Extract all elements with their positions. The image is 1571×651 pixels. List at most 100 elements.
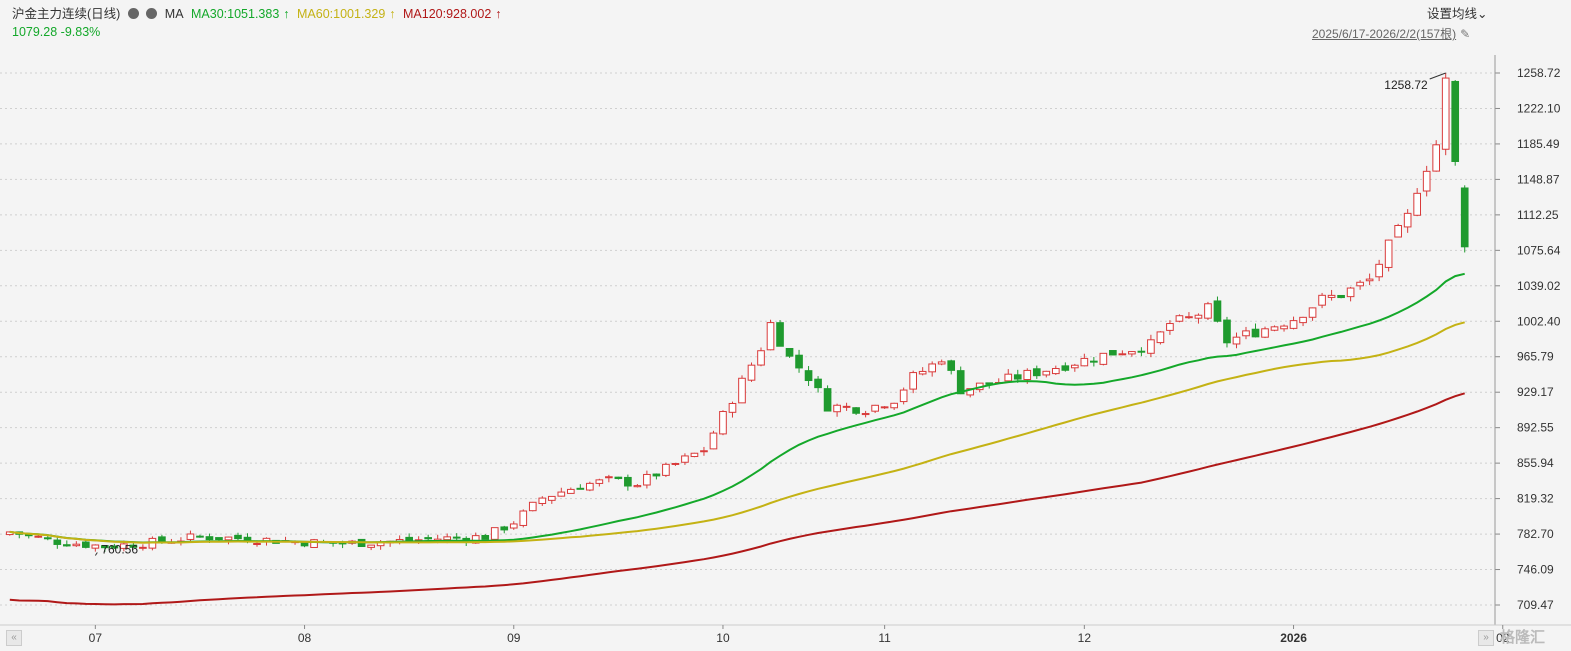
candlestick-chart[interactable]: 1258.72 1222.10 1185.49 1148.87 1112.25 1075.… — [0, 0, 1571, 651]
candle-body — [1061, 365, 1070, 371]
y-tick-label: 819.32 — [1517, 492, 1554, 506]
candle-body — [890, 402, 898, 409]
candle-body — [557, 491, 566, 497]
candle-body — [62, 544, 71, 547]
candle-body — [1413, 192, 1421, 216]
candle-body — [861, 413, 870, 416]
candle-body — [1327, 294, 1336, 298]
y-tick-label: 892.55 — [1517, 421, 1554, 435]
candle-body — [367, 544, 375, 548]
candle-body — [1080, 357, 1089, 367]
candle-body — [1223, 319, 1231, 344]
y-tick-label: 746.09 — [1517, 563, 1554, 577]
candle-body — [1432, 144, 1441, 172]
candle-body — [253, 543, 261, 546]
candle-body — [1251, 328, 1260, 338]
y-tick-label: 1185.49 — [1517, 137, 1560, 151]
candle-body — [1213, 300, 1222, 322]
candle-body — [1109, 350, 1117, 356]
x-tick-label: 12 — [1078, 631, 1092, 645]
candle-body — [82, 541, 90, 548]
candle-body — [1261, 328, 1269, 338]
candle-body — [956, 370, 965, 395]
candle-body — [452, 536, 461, 539]
candle-body — [1147, 339, 1155, 354]
candle-body — [1137, 350, 1146, 353]
candle-body — [823, 388, 832, 412]
x-tick-label: 2026 — [1280, 631, 1307, 645]
y-tick-label: 1002.40 — [1517, 314, 1561, 328]
candle-body — [1128, 351, 1136, 355]
candle-body — [158, 536, 166, 543]
candle-body — [719, 411, 727, 435]
candle-body — [605, 476, 613, 479]
candle-body — [490, 527, 499, 540]
candle-body — [186, 533, 195, 540]
candle-body — [91, 544, 100, 549]
x-tick-label: 09 — [507, 631, 521, 645]
candle-body — [72, 543, 81, 547]
candle-body — [576, 487, 585, 490]
candle-body — [1004, 373, 1013, 382]
annotation-arrow — [94, 552, 98, 556]
candle-body — [1242, 330, 1250, 337]
candle-body — [566, 488, 575, 494]
x-tick-label: 08 — [298, 631, 312, 645]
watermark: 格隆汇 — [1500, 629, 1546, 646]
candle-body — [652, 473, 661, 477]
ma30-line — [9, 272, 1465, 544]
candle-body — [1451, 80, 1460, 162]
y-tick-label: 1222.10 — [1517, 101, 1561, 115]
candle-body — [1460, 187, 1469, 248]
candle-body — [53, 539, 62, 545]
candle-body — [1403, 212, 1412, 228]
candle-body — [547, 495, 556, 501]
candle-body — [1299, 316, 1307, 324]
candle-body — [804, 370, 813, 382]
candle-body — [538, 497, 547, 504]
candle-body — [224, 536, 233, 541]
candle-body — [1099, 352, 1108, 365]
annotation-label: 760.56 — [101, 543, 138, 557]
candle-body — [624, 476, 632, 487]
y-tick-label: 1112.25 — [1517, 208, 1559, 222]
candle-body — [1042, 370, 1051, 376]
candle-body — [139, 546, 147, 549]
candle-body — [1156, 331, 1165, 344]
candle-body — [1337, 294, 1345, 299]
candle-body — [842, 405, 851, 408]
x-tick-label: 10 — [716, 631, 730, 645]
candle-body — [234, 534, 242, 540]
x-tick-label: 07 — [89, 631, 103, 645]
candle-body — [1118, 353, 1127, 356]
candle-body — [1346, 287, 1355, 298]
candle-body — [833, 404, 841, 413]
candle-body — [871, 404, 879, 412]
candle-body — [1422, 170, 1431, 192]
candle-body — [500, 526, 509, 531]
candle-body — [700, 450, 708, 453]
candle-body — [1375, 263, 1383, 278]
y-tick-label: 929.17 — [1517, 385, 1554, 399]
candle-body — [215, 537, 223, 541]
scroll-right-button[interactable]: » — [1478, 630, 1494, 646]
candle-body — [690, 452, 699, 458]
candle-body — [1394, 225, 1402, 238]
candle-body — [776, 322, 784, 347]
candle-body — [1289, 320, 1298, 329]
candle-body — [681, 455, 689, 463]
candle-body — [1232, 336, 1241, 345]
candle-body — [1308, 307, 1317, 318]
candle-body — [795, 354, 803, 369]
scroll-left-button[interactable]: « — [6, 630, 22, 646]
candle-body — [1070, 364, 1079, 369]
y-tick-label: 1075.64 — [1517, 243, 1561, 257]
x-tick-label: 11 — [878, 631, 891, 645]
candle-body — [928, 363, 937, 373]
candle-body — [1023, 369, 1032, 381]
candle-body — [785, 347, 794, 357]
candle-body — [852, 407, 860, 414]
candle-body — [633, 485, 642, 488]
candle-body — [1051, 368, 1060, 375]
candle-body — [1318, 294, 1326, 306]
